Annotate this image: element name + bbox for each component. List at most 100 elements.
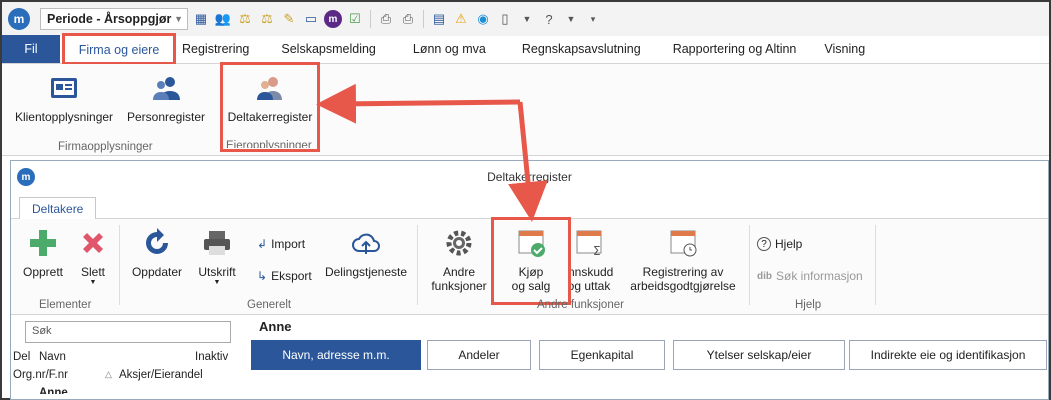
opprett-label: Opprett	[22, 265, 64, 279]
users-icon[interactable]: 👥	[214, 10, 232, 28]
eksport-label: Eksport	[271, 269, 312, 283]
cloud-upload-icon	[352, 233, 380, 254]
check-icon[interactable]: ☑	[346, 10, 364, 28]
tab-registrering[interactable]: Registrering	[174, 35, 262, 63]
content-area: Søk Del Navn Inaktiv Org.nr/F.nr △ Aksje…	[11, 315, 1048, 399]
calendar-check-icon	[518, 230, 545, 257]
refresh-icon	[146, 228, 168, 254]
col-inaktiv[interactable]: Inaktiv	[195, 351, 228, 363]
plus-icon	[30, 230, 56, 256]
import-label: Import	[271, 237, 306, 251]
svg-text:Σ: Σ	[593, 244, 601, 258]
tab-firma-og-eiere[interactable]: Firma og eiere	[62, 33, 176, 65]
calc-icon[interactable]: ▦	[192, 10, 210, 28]
deltakerregister-button[interactable]: Deltakerregister	[220, 62, 320, 152]
scale2-icon[interactable]: ⚖	[258, 10, 276, 28]
quick-access-toolbar: m Periode - Årsoppgjør ▼ ▦ 👥 ⚖ ⚖ ✎ ▭ m ☑…	[2, 2, 1049, 36]
oppdater-button[interactable]: Oppdater	[127, 227, 187, 279]
import-button[interactable]: ↲ Import	[257, 237, 305, 251]
participants-icon	[257, 77, 282, 100]
help-icon[interactable]: ?	[540, 10, 558, 28]
help-icon: ?	[757, 237, 771, 251]
chevron-down-icon: ▼	[89, 279, 97, 286]
scale-icon[interactable]: ⚖	[236, 10, 254, 28]
personregister-button[interactable]: Personregister	[124, 72, 208, 124]
kjop-label-1: Kjøp	[518, 265, 544, 279]
dropdown-icon[interactable]: ▼	[518, 10, 536, 28]
col-aksjer[interactable]: Aksjer/Eierandel	[119, 369, 203, 381]
import-icon: ↲	[257, 237, 268, 251]
period-select[interactable]: Periode - Årsoppgjør ▼	[40, 8, 188, 30]
hjelp-label: Hjelp	[775, 237, 803, 251]
period-select-value: Periode - Årsoppgjør	[47, 12, 172, 26]
tab-selskapsmelding[interactable]: Selskapsmelding	[262, 35, 395, 63]
hjelp-button[interactable]: ? Hjelp	[757, 237, 802, 251]
delingstjeneste-button[interactable]: Delingstjeneste	[323, 227, 409, 279]
reg-label-2: arbeidsgodtgjørelse	[630, 279, 736, 294]
chevron-down-icon: ▼	[213, 279, 221, 286]
innskudd-label-1: Innskudd	[564, 265, 614, 279]
tab-visning[interactable]: Visning	[810, 35, 879, 63]
people-icon	[153, 77, 180, 100]
subtab-egenkapital[interactable]: Egenkapital	[539, 340, 665, 370]
utskrift-label: Utskrift	[198, 265, 236, 279]
warning-icon[interactable]: ⚠	[452, 10, 470, 28]
opprett-button[interactable]: Opprett	[19, 227, 67, 279]
sok-informasjon-button[interactable]: dib Søk informasjon	[757, 269, 863, 283]
col-org[interactable]: Org.nr/F.nr	[13, 369, 68, 381]
group-label-eieropplysninger: Eieropplysninger	[226, 140, 312, 152]
separator	[749, 225, 750, 305]
slett-button[interactable]: Slett ▼	[71, 227, 115, 286]
registrering-arbeidsgodtgjorelse-button[interactable]: Registrering av arbeidsgodtgjørelse	[625, 227, 741, 294]
separator	[417, 225, 418, 305]
child-ribbon: Opprett Slett ▼ Elementer Oppdater Utskr…	[11, 217, 1048, 315]
separator	[875, 225, 876, 305]
eksport-button[interactable]: ↳ Eksport	[257, 269, 312, 283]
kjop-label-2: og salg	[511, 279, 551, 294]
print-check-icon[interactable]: ⎙	[399, 10, 417, 28]
search-input[interactable]: Søk	[25, 321, 231, 343]
klientopplysninger-button[interactable]: Klientopplysninger	[12, 72, 116, 124]
customize-icon[interactable]: ▾	[584, 10, 602, 28]
tab-rapportering[interactable]: Rapportering og Altinn	[659, 35, 811, 63]
subtab-ytelser[interactable]: Ytelser selskap/eier	[673, 340, 845, 370]
tab-deltakere[interactable]: Deltakere	[19, 197, 97, 220]
edit-icon[interactable]: ✎	[280, 10, 298, 28]
skype-icon[interactable]: ◉	[474, 10, 492, 28]
grid-icon[interactable]: ▤	[430, 10, 448, 28]
col-del[interactable]: Del	[13, 351, 30, 363]
subtab-navn-adresse[interactable]: Navn, adresse m.m.	[251, 340, 421, 370]
deltakerregister-window: m Deltakerregister Deltakere Opprett Sle…	[10, 160, 1049, 400]
calendar-sum-icon: Σ	[576, 230, 602, 258]
klientopplysninger-label: Klientopplysninger	[14, 110, 114, 124]
separator	[423, 10, 424, 28]
m-badge-icon[interactable]: m	[324, 10, 342, 28]
tab-regnskapsavslutning[interactable]: Regnskapsavslutning	[504, 35, 659, 63]
col-navn[interactable]: Navn	[39, 351, 66, 363]
subtab-andeler[interactable]: Andeler	[427, 340, 531, 370]
subtab-indirekte[interactable]: Indirekte eie og identifikasjon	[849, 340, 1047, 370]
group-label-hjelp: Hjelp	[795, 299, 822, 311]
dropdown-icon[interactable]: ▼	[562, 10, 580, 28]
kjop-og-salg-button[interactable]: Kjøp og salg	[491, 217, 571, 305]
separator	[119, 225, 120, 305]
child-tabs: Deltakere	[11, 193, 1048, 220]
andre-funksjoner-button[interactable]: Andre funksjoner	[423, 227, 495, 294]
reg-label-1: Registrering av	[642, 265, 724, 279]
tab-fil[interactable]: Fil	[2, 35, 60, 63]
presentation-icon[interactable]: ▭	[302, 10, 320, 28]
document-icon[interactable]: ▯	[496, 10, 514, 28]
print-icon[interactable]: ⎙	[377, 10, 395, 28]
group-label-andre-funksjoner: Andre funksjoner	[537, 299, 624, 311]
slett-label: Slett	[80, 265, 105, 279]
list-row[interactable]: Anne	[39, 387, 68, 394]
app-logo-icon[interactable]: m	[8, 8, 30, 30]
calendar-clock-icon	[670, 230, 697, 257]
ribbon-tabs: Fil Firma og eiere Registrering Selskaps…	[2, 33, 1049, 65]
sort-icon: △	[105, 369, 112, 379]
utskrift-button[interactable]: Utskrift ▼	[193, 227, 241, 286]
window-title: Deltakerregister	[487, 170, 572, 184]
person-name: Anne	[259, 319, 292, 334]
tab-lonn-og-mva[interactable]: Lønn og mva	[395, 35, 504, 63]
export-icon: ↳	[257, 269, 268, 283]
